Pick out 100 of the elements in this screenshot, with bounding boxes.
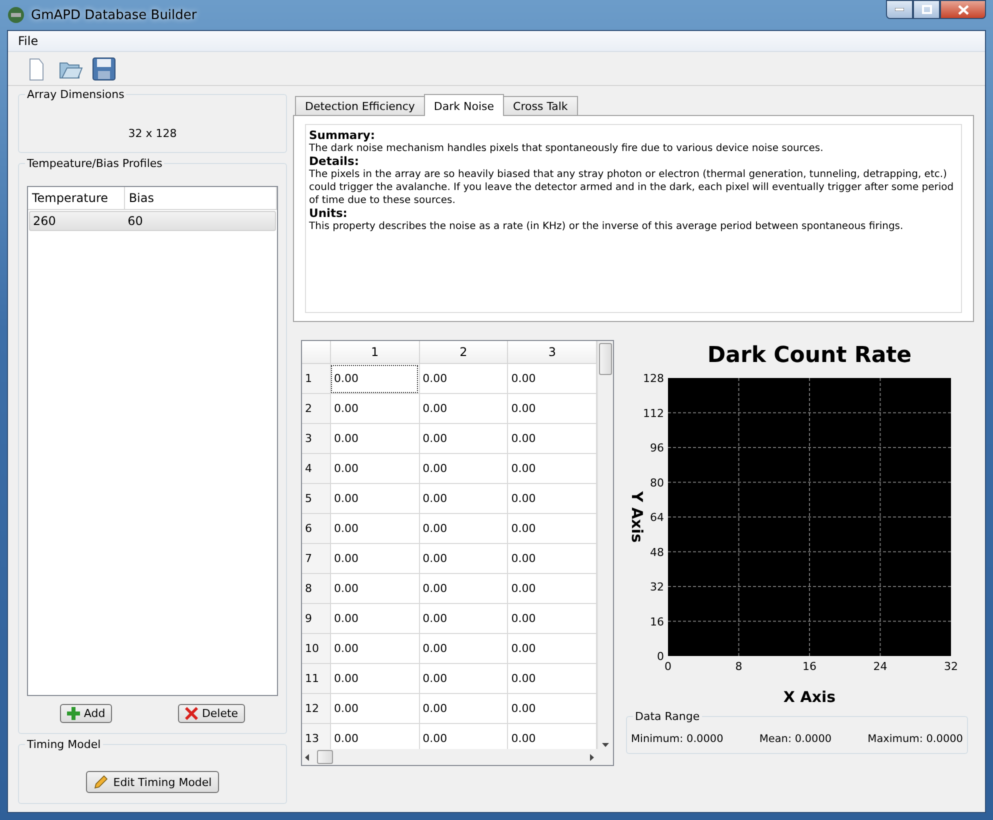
table-cell[interactable]: 0.00 bbox=[330, 694, 420, 724]
table-cell[interactable]: 0.00 bbox=[419, 484, 508, 514]
plus-icon bbox=[66, 707, 80, 720]
table-cell[interactable]: 0.00 bbox=[419, 604, 508, 634]
list-cell-text: 260 bbox=[32, 214, 57, 228]
y-tick-label: 80 bbox=[650, 476, 664, 490]
column-header[interactable]: 1 bbox=[330, 341, 420, 364]
horizontal-scrollbar[interactable] bbox=[302, 749, 597, 765]
group-title: Timing Model bbox=[25, 738, 103, 751]
window-title: GmAPD Database Builder bbox=[31, 8, 197, 22]
pencil-icon bbox=[93, 774, 110, 790]
table-cell[interactable]: 0.00 bbox=[419, 394, 508, 424]
x-tick-label: 32 bbox=[944, 660, 958, 673]
table-cell[interactable]: 0.00 bbox=[330, 454, 420, 484]
column-header[interactable]: 2 bbox=[419, 341, 508, 364]
x-tick-label: 8 bbox=[735, 660, 742, 673]
edit-timing-button[interactable]: Edit Timing Model bbox=[86, 771, 219, 793]
table-cell[interactable]: 0.00 bbox=[330, 574, 420, 604]
range-value: Mean: 0.0000 bbox=[759, 733, 832, 745]
section-text: The dark noise mechanism handles pixels that spontaneously fire due to various device noise sources. bbox=[309, 142, 824, 155]
row-header[interactable]: 4 bbox=[302, 454, 330, 484]
tab[interactable]: Detection Efficiency bbox=[295, 96, 425, 115]
x-tick-label: 16 bbox=[802, 660, 816, 673]
group-title: Tempeature/Bias Profiles bbox=[25, 157, 164, 170]
delete-button[interactable]: Delete bbox=[178, 704, 246, 723]
table-cell[interactable]: 0.00 bbox=[419, 664, 508, 694]
table-cell[interactable]: 0.00 bbox=[419, 544, 508, 574]
close-button[interactable] bbox=[940, 0, 986, 19]
table-cell[interactable]: 0.00 bbox=[419, 364, 508, 394]
y-tick-label: 112 bbox=[643, 406, 664, 420]
x-axis-label: X Axis bbox=[783, 688, 836, 706]
row-header[interactable]: 1 bbox=[302, 364, 330, 394]
list-cell-text: 60 bbox=[126, 214, 144, 228]
tab[interactable]: Cross Talk bbox=[503, 96, 578, 115]
close-icon bbox=[184, 707, 198, 720]
table-cell[interactable]: 0.00 bbox=[419, 694, 508, 724]
y-tick-label: 96 bbox=[650, 442, 664, 454]
vertical-scrollbar[interactable] bbox=[597, 341, 613, 749]
scroll-thumb[interactable] bbox=[317, 750, 333, 764]
group-title: Array Dimensions bbox=[25, 88, 126, 101]
tab[interactable]: Dark Noise bbox=[424, 94, 504, 116]
row-header[interactable]: 6 bbox=[302, 514, 330, 544]
column-header[interactable]: Bias bbox=[124, 187, 277, 209]
table-cell[interactable]: 0.00 bbox=[330, 634, 420, 664]
left-arrow-icon[interactable] bbox=[305, 754, 309, 760]
group-title: Data Range bbox=[633, 710, 702, 723]
row-header[interactable]: 5 bbox=[302, 484, 330, 514]
row-header[interactable]: 11 bbox=[302, 664, 330, 694]
chart-title: Dark Count Rate bbox=[707, 343, 912, 368]
section-text: This property describes the noise as a rate (in KHz) or the inverse of this average period between spontaneous firings. bbox=[309, 220, 904, 233]
x-tick-label: 24 bbox=[873, 660, 888, 673]
row-header[interactable]: 12 bbox=[302, 694, 330, 724]
maximize-button[interactable] bbox=[913, 0, 940, 19]
row-header[interactable]: 8 bbox=[302, 574, 330, 604]
range-value: Minimum: 0.0000 bbox=[631, 733, 724, 745]
row-header[interactable]: 7 bbox=[302, 544, 330, 574]
y-tick-label: 16 bbox=[650, 615, 664, 628]
section-text: The pixels in the array are so heavily biased that any stray photon or electron (thermal generation, tunneling, detrapping, etc.) could trigger the avalanche. If you leave the detector armed and in the dark, each pixel will eventually trigger after some period of time due to these sources. bbox=[309, 168, 955, 207]
row-header[interactable]: 9 bbox=[302, 604, 330, 634]
section-heading: Units: bbox=[309, 207, 348, 220]
column-header[interactable]: Temperature bbox=[28, 187, 125, 209]
table-cell[interactable]: 0.00 bbox=[330, 544, 420, 574]
add-button[interactable]: Add bbox=[60, 704, 112, 723]
scroll-thumb[interactable] bbox=[599, 343, 612, 375]
column-header[interactable]: 3 bbox=[508, 341, 596, 364]
close-icon bbox=[958, 4, 968, 14]
table-cell[interactable]: 0.00 bbox=[330, 604, 420, 634]
y-tick-label: 128 bbox=[643, 372, 664, 385]
row-header[interactable]: 2 bbox=[302, 394, 330, 424]
table-cell[interactable]: 0.00 bbox=[419, 514, 508, 544]
table-cell[interactable]: 0.00 bbox=[330, 394, 420, 424]
table-cell[interactable]: 0.00 bbox=[330, 484, 420, 514]
dimensions-value: 32 x 128 bbox=[127, 126, 178, 142]
y-tick-label: 32 bbox=[650, 580, 664, 594]
minimize-icon bbox=[895, 8, 904, 11]
table-cell[interactable]: 0.00 bbox=[330, 364, 420, 394]
y-axis-label: Y Axis bbox=[628, 491, 646, 543]
table-cell[interactable]: 0.00 bbox=[419, 454, 508, 484]
minimize-button[interactable] bbox=[886, 0, 913, 19]
menu-item[interactable]: File bbox=[16, 34, 40, 48]
section-heading: Details: bbox=[309, 155, 360, 168]
y-tick-label: 0 bbox=[657, 650, 664, 663]
y-tick-label: 48 bbox=[650, 546, 664, 559]
maximize-icon bbox=[922, 5, 932, 14]
list-row[interactable]: 260 60 bbox=[29, 211, 276, 231]
x-tick-label: 0 bbox=[664, 660, 672, 673]
y-tick-label: 64 bbox=[650, 511, 664, 524]
table-cell[interactable]: 0.00 bbox=[330, 664, 420, 694]
app-icon bbox=[7, 6, 25, 24]
row-header[interactable]: 10 bbox=[302, 634, 330, 664]
table-cell[interactable]: 0.00 bbox=[419, 634, 508, 664]
table-cell[interactable]: 0.00 bbox=[330, 514, 420, 544]
table-cell[interactable]: 0.00 bbox=[330, 424, 420, 454]
row-header[interactable]: 3 bbox=[302, 424, 330, 454]
down-arrow-icon[interactable] bbox=[602, 743, 609, 747]
table-cell[interactable]: 0.00 bbox=[419, 574, 508, 604]
right-arrow-icon[interactable] bbox=[590, 754, 594, 760]
row-header[interactable]: 13 bbox=[302, 724, 330, 749]
range-value: Maximum: 0.0000 bbox=[868, 733, 963, 745]
table-cell[interactable]: 0.00 bbox=[419, 424, 508, 454]
